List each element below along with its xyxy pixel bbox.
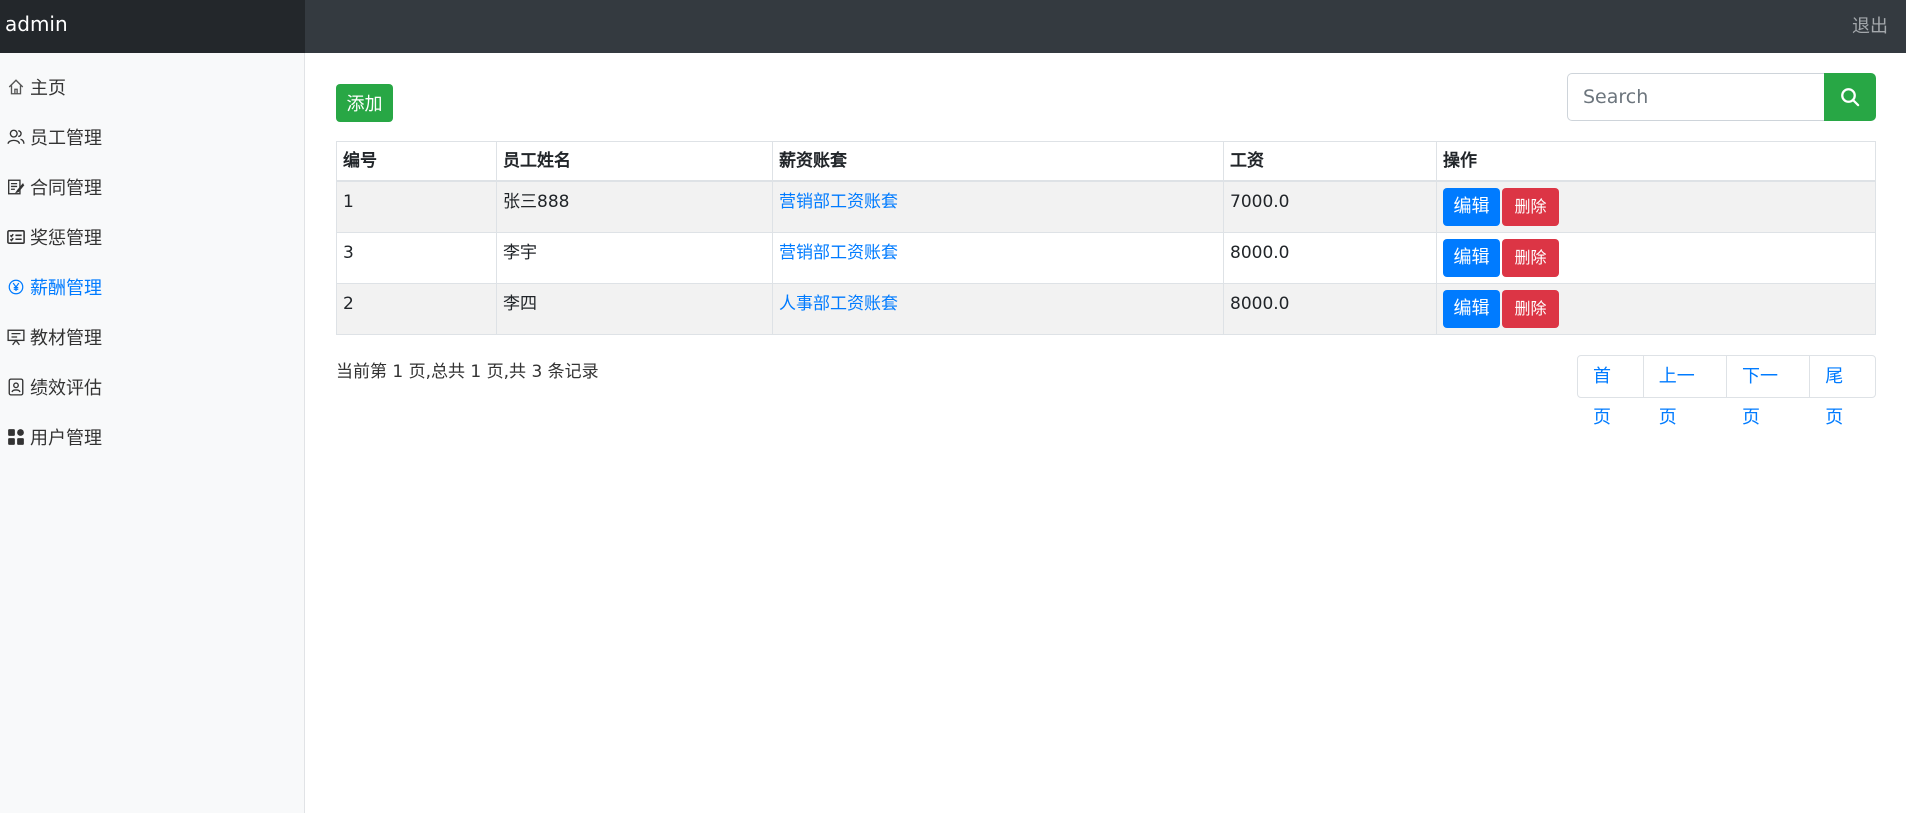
sidebar-item-users[interactable]: 用户管理: [0, 419, 102, 455]
table-row: 3 李宇 营销部工资账套 8000.0 编辑 删除: [336, 231, 1876, 284]
sidebar-item-label: 主页: [30, 78, 66, 99]
sidebar-item-contracts[interactable]: 合同管理: [0, 169, 102, 205]
salary-table: 编号 员工姓名 薪资账套 工资 操作 1 张三888 营销部工资账套 7000.…: [336, 141, 1876, 335]
delete-button[interactable]: 删除: [1502, 289, 1559, 328]
cell-salary: 8000.0: [1223, 231, 1437, 284]
edit-button[interactable]: 编辑: [1443, 289, 1500, 328]
next-page-link[interactable]: 下一页: [1726, 356, 1809, 428]
sidebar-item-label: 合同管理: [30, 178, 102, 199]
cell-name: 李四: [496, 282, 773, 335]
edit-button[interactable]: 编辑: [1443, 188, 1500, 226]
cell-name: 李宇: [496, 231, 773, 284]
file-person-icon: [6, 377, 26, 397]
cell-id: 1: [336, 180, 497, 233]
table-row: 1 张三888 营销部工资账套 7000.0 编辑 删除: [336, 180, 1876, 233]
add-button[interactable]: 添加: [336, 84, 393, 122]
search-input[interactable]: [1567, 73, 1824, 121]
contract-edit-icon: [6, 177, 26, 197]
column-header-name: 员工姓名: [496, 141, 773, 182]
cell-actions: 编辑 删除: [1436, 180, 1876, 233]
last-page-link[interactable]: 尾页: [1809, 356, 1875, 428]
prev-page-link[interactable]: 上一页: [1642, 356, 1726, 428]
table-row: 2 李四 人事部工资账套 8000.0 编辑 删除: [336, 282, 1876, 335]
brand-title: admin: [0, 0, 305, 53]
cell-id: 2: [336, 282, 497, 335]
cell-account: 营销部工资账套: [772, 231, 1224, 284]
sidebar-item-rewards[interactable]: 奖惩管理: [0, 219, 102, 255]
card-checklist-icon: [6, 227, 26, 247]
sidebar-item-label: 员工管理: [30, 128, 102, 149]
sidebar-item-label: 用户管理: [30, 428, 102, 449]
cell-actions: 编辑 删除: [1436, 231, 1876, 284]
people-icon: [6, 127, 26, 147]
logout-link[interactable]: 退出: [1852, 12, 1888, 38]
table-header-row: 编号 员工姓名 薪资账套 工资 操作: [336, 141, 1876, 182]
sidebar-item-label: 教材管理: [30, 328, 102, 349]
edit-button[interactable]: 编辑: [1443, 238, 1500, 277]
delete-button[interactable]: 删除: [1502, 238, 1559, 277]
column-header-actions: 操作: [1436, 141, 1876, 182]
sidebar-item-performance[interactable]: 绩效评估: [0, 369, 102, 405]
pagination-info: 当前第 1 页,总共 1 页,共 3 条记录: [336, 362, 599, 382]
column-header-id: 编号: [336, 141, 497, 182]
sidebar-item-label: 薪酬管理: [30, 278, 102, 299]
column-header-salary: 工资: [1223, 141, 1437, 182]
top-navbar: admin 退出: [0, 0, 1906, 53]
yen-circle-icon: [6, 277, 26, 297]
account-link[interactable]: 营销部工资账套: [779, 192, 898, 212]
first-page-link[interactable]: 首页: [1578, 356, 1643, 428]
cell-account: 人事部工资账套: [772, 282, 1224, 335]
sidebar-item-label: 绩效评估: [30, 378, 102, 399]
cell-account: 营销部工资账套: [772, 180, 1224, 233]
account-link[interactable]: 营销部工资账套: [779, 243, 898, 263]
sidebar-item-home[interactable]: 主页: [0, 69, 66, 105]
presentation-icon: [6, 327, 26, 347]
sidebar-item-salary[interactable]: 薪酬管理: [0, 269, 102, 305]
cell-name: 张三888: [496, 180, 773, 233]
delete-button[interactable]: 删除: [1502, 188, 1559, 226]
sidebar-item-label: 奖惩管理: [30, 228, 102, 249]
search-button[interactable]: [1824, 73, 1876, 121]
column-header-account: 薪资账套: [772, 141, 1224, 182]
grid-icon: [6, 427, 26, 447]
home-icon: [6, 77, 26, 97]
sidebar-item-materials[interactable]: 教材管理: [0, 319, 102, 355]
search-icon: [1840, 87, 1860, 107]
pagination: 首页 上一页 下一页 尾页: [1577, 355, 1876, 428]
sidebar-item-employees[interactable]: 员工管理: [0, 119, 102, 155]
cell-actions: 编辑 删除: [1436, 282, 1876, 335]
account-link[interactable]: 人事部工资账套: [779, 294, 898, 314]
cell-id: 3: [336, 231, 497, 284]
cell-salary: 8000.0: [1223, 282, 1437, 335]
sidebar: 主页 员工管理 合同管理 奖惩管理 薪酬管理 教材管理 绩效评估 用户管理: [0, 53, 305, 813]
cell-salary: 7000.0: [1223, 180, 1437, 233]
